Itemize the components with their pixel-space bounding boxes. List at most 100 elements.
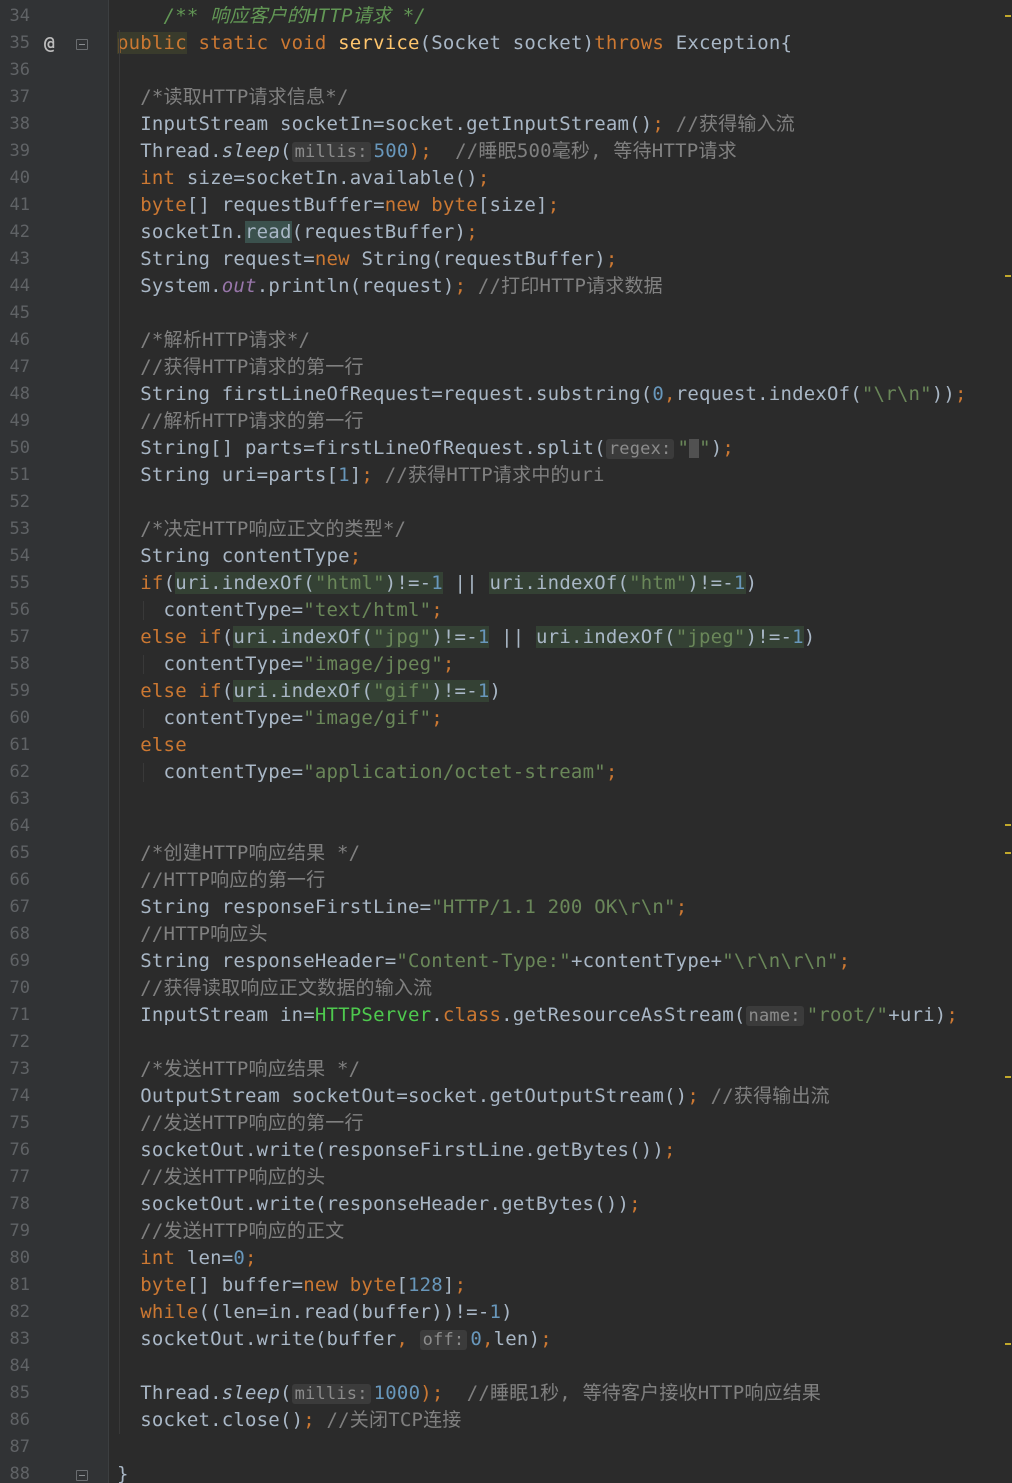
code-text[interactable]: InputStream socketIn=socket.getInputStre… [117,111,795,138]
code-line[interactable]: 88} [0,1461,1012,1483]
code-text[interactable]: /*读取HTTP请求信息*/ [117,84,349,111]
code-text[interactable]: /*发送HTTP响应结果 */ [117,1056,360,1083]
code-text[interactable]: while((len=in.read(buffer))!=-1) [117,1299,513,1326]
code-text[interactable]: if(uri.indexOf("html")!=-1 || uri.indexO… [117,570,757,597]
line-number[interactable]: 87 [0,1434,30,1461]
line-number[interactable]: 35 [0,30,30,57]
code-line[interactable]: 36 [0,57,1012,84]
fold-toggle-icon[interactable] [76,39,88,50]
error-stripe-scrollbar[interactable] [1004,0,1012,1483]
code-text[interactable]: contentType="application/octet-stream"; [117,759,618,786]
code-text[interactable]: contentType="image/jpeg"; [117,651,455,678]
line-number[interactable]: 76 [0,1137,30,1164]
line-number[interactable]: 80 [0,1245,30,1272]
line-number[interactable]: 47 [0,354,30,381]
code-line[interactable]: 55 if(uri.indexOf("html")!=-1 || uri.ind… [0,570,1012,597]
code-text[interactable]: byte[] buffer=new byte[128]; [117,1272,466,1299]
line-number[interactable]: 73 [0,1056,30,1083]
code-text[interactable]: contentType="image/gif"; [117,705,443,732]
code-line[interactable]: 34 /** 响应客户的HTTP请求 */ [0,3,1012,30]
code-text[interactable]: Thread.sleep(millis: 1000); //睡眠1秒, 等待客户接… [117,1380,821,1408]
code-line[interactable]: 57 else if(uri.indexOf("jpg")!=-1 || uri… [0,624,1012,651]
line-number[interactable]: 59 [0,678,30,705]
line-number[interactable]: 83 [0,1326,30,1353]
code-text[interactable]: socketOut.write(buffer, off: 0,len); [117,1326,552,1354]
code-text[interactable]: //获得HTTP请求的第一行 [117,354,364,381]
line-number[interactable]: 54 [0,543,30,570]
code-text[interactable]: int len=0; [117,1245,257,1272]
code-line[interactable]: 49 //解析HTTP请求的第一行 [0,408,1012,435]
line-number[interactable]: 79 [0,1218,30,1245]
code-text[interactable]: else if(uri.indexOf("gif")!=-1) [117,678,501,705]
code-line[interactable]: 35 @ public static void service(Socket soc… [0,30,1012,57]
code-line[interactable]: 47 //获得HTTP请求的第一行 [0,354,1012,381]
code-line[interactable]: 40 int size=socketIn.available(); [0,165,1012,192]
line-number[interactable]: 58 [0,651,30,678]
code-text[interactable]: byte[] requestBuffer=new byte[size]; [117,192,559,219]
code-line[interactable]: 43 String request=new String(requestBuff… [0,246,1012,273]
code-line[interactable]: 50 String[] parts=firstLineOfRequest.spl… [0,435,1012,462]
line-number[interactable]: 85 [0,1380,30,1407]
code-line[interactable]: 46 /*解析HTTP请求*/ [0,327,1012,354]
line-number[interactable]: 62 [0,759,30,786]
code-line[interactable]: 41 byte[] requestBuffer=new byte[size]; [0,192,1012,219]
code-line[interactable]: 68 //HTTP响应头 [0,921,1012,948]
code-line[interactable]: 37 /*读取HTTP请求信息*/ [0,84,1012,111]
code-text[interactable]: //发送HTTP响应的头 [117,1164,325,1191]
code-text[interactable]: socketIn.read(requestBuffer); [117,219,478,246]
line-number[interactable]: 48 [0,381,30,408]
code-line[interactable]: 62 contentType="application/octet-stream… [0,759,1012,786]
code-line[interactable]: 44 System.out.println(request); //打印HTTP… [0,273,1012,300]
warning-stripe-marker[interactable] [1005,1076,1011,1078]
code-line[interactable]: 79 //发送HTTP响应的正文 [0,1218,1012,1245]
code-line[interactable]: 78 socketOut.write(responseHeader.getByt… [0,1191,1012,1218]
code-line[interactable]: 58 contentType="image/jpeg"; [0,651,1012,678]
fold-toggle-icon[interactable] [76,1470,88,1481]
code-line[interactable]: 61 else [0,732,1012,759]
line-number[interactable]: 64 [0,813,30,840]
line-number[interactable]: 37 [0,84,30,111]
line-number[interactable]: 60 [0,705,30,732]
code-line[interactable]: 74 OutputStream socketOut=socket.getOutp… [0,1083,1012,1110]
code-line[interactable]: 71 InputStream in=HTTPServer.class.getRe… [0,1002,1012,1029]
code-text[interactable]: else [117,732,187,759]
code-text[interactable]: Thread.sleep(millis: 500); //睡眠500毫秒, 等待H… [117,138,737,166]
code-line[interactable]: 77 //发送HTTP响应的头 [0,1164,1012,1191]
code-line[interactable]: 54 String contentType; [0,543,1012,570]
code-line[interactable]: 83 socketOut.write(buffer, off: 0,len); [0,1326,1012,1353]
line-number[interactable]: 40 [0,165,30,192]
code-text[interactable]: socketOut.write(responseHeader.getBytes(… [117,1191,641,1218]
line-number[interactable]: 66 [0,867,30,894]
line-number[interactable]: 86 [0,1407,30,1434]
code-line[interactable]: 48 String firstLineOfRequest=request.sub… [0,381,1012,408]
code-line[interactable]: 69 String responseHeader="Content-Type:"… [0,948,1012,975]
line-number[interactable]: 53 [0,516,30,543]
code-line[interactable]: 38 InputStream socketIn=socket.getInputS… [0,111,1012,138]
line-number[interactable]: 46 [0,327,30,354]
code-line[interactable]: 82 while((len=in.read(buffer))!=-1) [0,1299,1012,1326]
code-text[interactable]: OutputStream socketOut=socket.getOutputS… [117,1083,830,1110]
line-number[interactable]: 72 [0,1029,30,1056]
code-text[interactable]: /** 响应客户的HTTP请求 */ [117,3,426,30]
line-number[interactable]: 74 [0,1083,30,1110]
code-text[interactable]: String request=new String(requestBuffer)… [117,246,618,273]
line-number[interactable]: 68 [0,921,30,948]
line-number[interactable]: 56 [0,597,30,624]
line-number[interactable]: 42 [0,219,30,246]
code-line[interactable]: 65 /*创建HTTP响应结果 */ [0,840,1012,867]
line-number[interactable]: 41 [0,192,30,219]
code-line[interactable]: 67 String responseFirstLine="HTTP/1.1 20… [0,894,1012,921]
warning-stripe-marker[interactable] [1005,275,1011,277]
line-number[interactable]: 57 [0,624,30,651]
line-number[interactable]: 51 [0,462,30,489]
code-text[interactable]: //发送HTTP响应的正文 [117,1218,345,1245]
code-text[interactable]: InputStream in=HTTPServer.class.getResou… [117,1002,958,1030]
code-line[interactable]: 80 int len=0; [0,1245,1012,1272]
code-text[interactable]: contentType="text/html"; [117,597,443,624]
code-text[interactable]: /*创建HTTP响应结果 */ [117,840,360,867]
line-number[interactable]: 50 [0,435,30,462]
code-line[interactable]: 76 socketOut.write(responseFirstLine.get… [0,1137,1012,1164]
code-text[interactable]: String responseHeader="Content-Type:"+co… [117,948,850,975]
code-text[interactable]: String uri=parts[1]; //获得HTTP请求中的uri [117,462,605,489]
code-text[interactable]: //HTTP响应头 [117,921,268,948]
